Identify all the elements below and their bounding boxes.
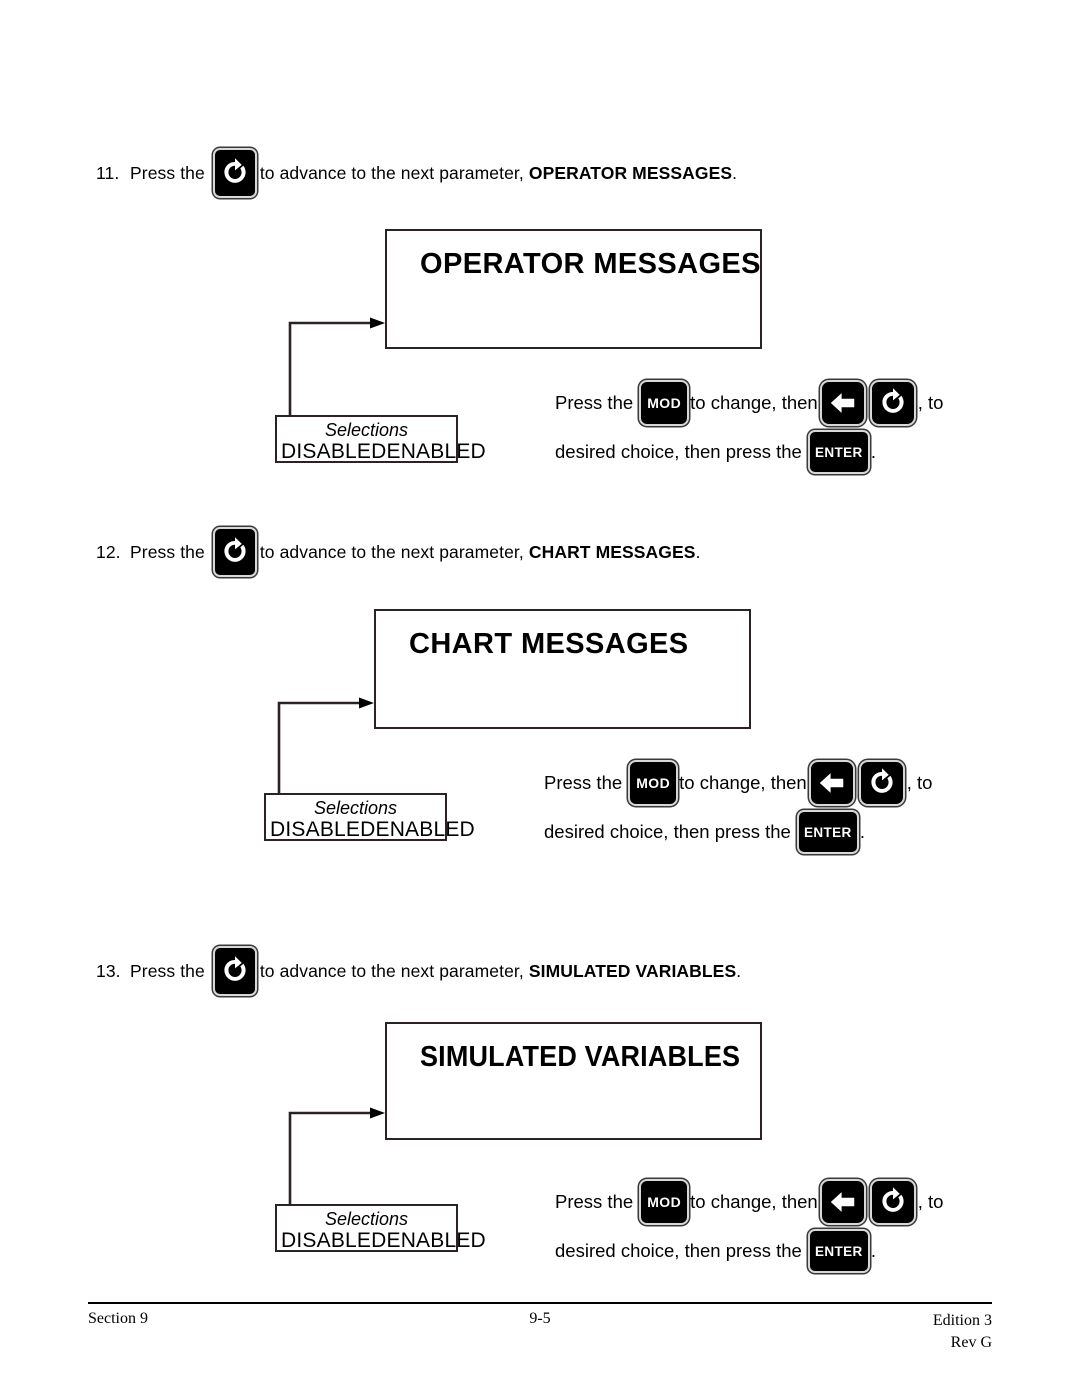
instruction-line-1: Press the MOD to change, then , to <box>555 380 943 426</box>
mod-key-label: MOD <box>647 1194 682 1210</box>
mod-key[interactable]: MOD <box>639 380 690 426</box>
instruction-text-e: . <box>870 441 876 462</box>
footer-edition-line: Edition 3 <box>932 1312 992 1329</box>
selections-values: DISABLED ENABLED <box>277 439 486 464</box>
selections-label: Selections <box>324 1209 409 1229</box>
step-parameter-name: CHART MESSAGES <box>528 541 696 562</box>
footer-edition: Edition 3 Rev G <box>721 1310 992 1353</box>
instruction-text-a: Press the <box>544 772 623 793</box>
document-page: 11. Press the to advance to the next par… <box>0 0 1080 1397</box>
instruction-text-d: desired choice, then press the <box>555 1240 802 1261</box>
step-number: 13. <box>96 960 121 981</box>
selections-values: DISABLED ENABLED <box>277 1228 486 1253</box>
selections-label: Selections <box>324 420 409 440</box>
footer-revision-line: Rev G <box>950 1333 992 1351</box>
selections-values: DISABLED ENABLED <box>266 817 475 842</box>
rotate-advance-icon <box>212 148 257 198</box>
enter-key-label: ENTER <box>814 1243 863 1259</box>
mod-key[interactable]: MOD <box>628 760 679 806</box>
instruction-text-b: to change, then <box>679 772 807 793</box>
step-number: 11. <box>96 162 120 183</box>
instruction-line-2: desired choice, then press the ENTER . <box>544 810 932 854</box>
instruction-text-d: desired choice, then press the <box>555 441 802 462</box>
display-title: CHART MESSAGES <box>409 628 689 660</box>
instruction-text-b: to change, then <box>690 392 818 413</box>
display-box-chart-messages: CHART MESSAGES <box>374 609 751 729</box>
selections-box: Selections DISABLED ENABLED <box>264 793 475 842</box>
footer-page-number: 9-5 <box>529 1310 551 1327</box>
instruction-line-1: Press the MOD to change, then , to <box>544 760 932 806</box>
instruction-text-c: , to <box>917 392 944 413</box>
instruction-text-d: desired choice, then press the <box>544 821 791 842</box>
step-period: . <box>736 960 742 981</box>
display-box-simulated-variables: SIMULATED VARIABLES <box>385 1022 762 1140</box>
mod-key-label: MOD <box>636 775 671 791</box>
step-11: 11. Press the to advance to the next par… <box>96 148 737 198</box>
instruction-text-b: to change, then <box>690 1191 818 1212</box>
enter-key[interactable]: ENTER <box>807 430 870 474</box>
mod-key[interactable]: MOD <box>639 1179 690 1225</box>
instruction-text-a: Press the <box>555 392 634 413</box>
mod-key-label: MOD <box>647 395 682 411</box>
rotate-advance-key[interactable] <box>869 380 916 426</box>
page-footer: Section 9 9-5 Edition 3 Rev G <box>88 1310 992 1353</box>
instruction-text-c: , to <box>917 1191 944 1212</box>
instruction-text-a: Press the <box>555 1191 634 1212</box>
connector-arrow <box>277 697 374 800</box>
selection-option-enabled: ENABLED <box>386 1228 486 1252</box>
enter-key[interactable]: ENTER <box>807 1229 870 1273</box>
selections-label: Selections <box>313 798 398 818</box>
rotate-advance-icon <box>212 946 257 996</box>
instruction-block: Press the MOD to change, then , to desir… <box>555 380 943 474</box>
display-title: OPERATOR MESSAGES <box>420 248 761 280</box>
step-text-before: Press the <box>130 541 205 562</box>
selections-box: Selections DISABLED ENABLED <box>275 415 486 464</box>
step-period: . <box>732 162 738 183</box>
left-arrow-key[interactable] <box>819 1179 866 1225</box>
enter-key-label: ENTER <box>814 444 863 460</box>
rotate-advance-icon <box>212 527 257 577</box>
step-13: 13. Press the to advance to the next par… <box>96 946 741 996</box>
enter-key[interactable]: ENTER <box>796 810 859 854</box>
rotate-advance-key[interactable] <box>858 760 905 806</box>
instruction-line-2: desired choice, then press the ENTER . <box>555 430 943 474</box>
selections-box: Selections DISABLED ENABLED <box>275 1204 486 1253</box>
instruction-text-e: . <box>870 1240 876 1261</box>
rotate-advance-key[interactable] <box>869 1179 916 1225</box>
instruction-text-c: , to <box>906 772 933 793</box>
step-text-after: to advance to the next parameter, <box>259 162 524 183</box>
display-box-operator-messages: OPERATOR MESSAGES <box>385 229 762 349</box>
instruction-text-e: . <box>859 821 865 842</box>
footer-section: Section 9 <box>88 1310 148 1327</box>
step-text-after: to advance to the next parameter, <box>259 960 524 981</box>
step-period: . <box>695 541 701 562</box>
instruction-line-1: Press the MOD to change, then , to <box>555 1179 943 1225</box>
selection-option-enabled: ENABLED <box>375 817 475 841</box>
footer-divider <box>88 1302 992 1304</box>
selection-option-disabled: DISABLED <box>281 439 387 463</box>
instruction-block: Press the MOD to change, then , to desir… <box>544 760 932 854</box>
selection-option-disabled: DISABLED <box>270 817 376 841</box>
selection-option-disabled: DISABLED <box>281 1228 387 1252</box>
connector-arrow <box>288 1107 385 1210</box>
step-text-before: Press the <box>130 162 205 183</box>
step-number: 12. <box>96 541 121 562</box>
step-text-before: Press the <box>130 960 205 981</box>
step-parameter-name: SIMULATED VARIABLES <box>528 960 737 981</box>
step-12: 12. Press the to advance to the next par… <box>96 527 701 577</box>
display-title: SIMULATED VARIABLES <box>420 1041 741 1073</box>
instruction-line-2: desired choice, then press the ENTER . <box>555 1229 943 1273</box>
selection-option-enabled: ENABLED <box>386 439 486 463</box>
enter-key-label: ENTER <box>803 824 852 840</box>
instruction-block: Press the MOD to change, then , to desir… <box>555 1179 943 1273</box>
connector-arrow <box>288 317 385 420</box>
step-text-after: to advance to the next parameter, <box>259 541 524 562</box>
step-parameter-name: OPERATOR MESSAGES <box>528 162 733 183</box>
left-arrow-key[interactable] <box>808 760 855 806</box>
left-arrow-key[interactable] <box>819 380 866 426</box>
